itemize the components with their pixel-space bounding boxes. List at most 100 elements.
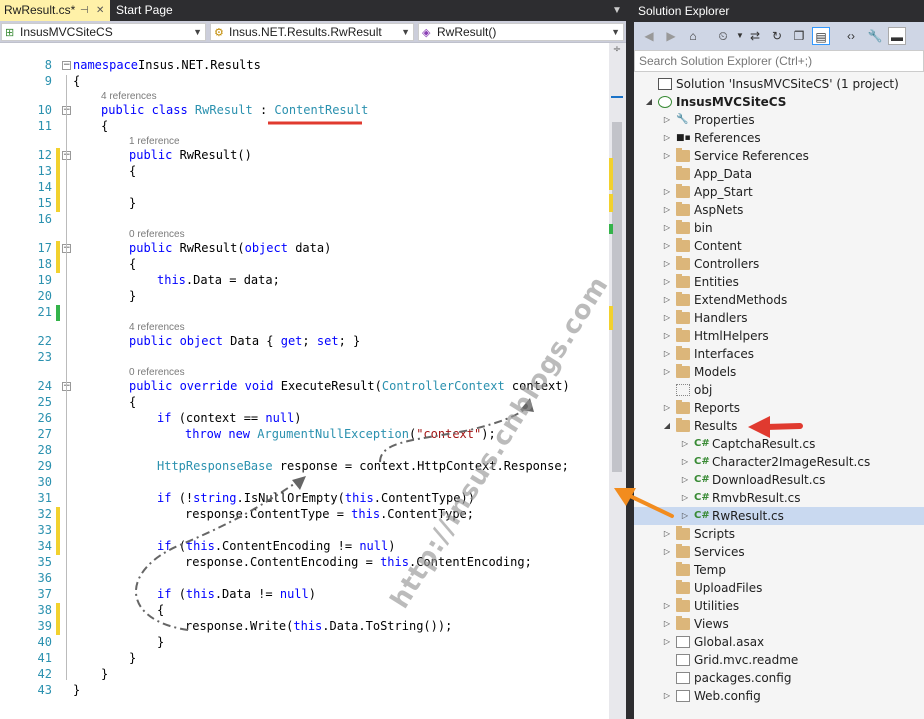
expand-arrow-icon[interactable]: ▷ — [662, 597, 672, 615]
codelens-references[interactable]: 0 references — [129, 367, 185, 378]
expand-arrow-icon[interactable]: ▷ — [662, 291, 672, 309]
code-token: response = context.HttpContext.Response; — [272, 459, 569, 473]
code-line[interactable]: HttpResponseBase response = context.Http… — [157, 459, 569, 473]
collapse-arrow-icon[interactable]: ◢ — [662, 417, 672, 435]
code-line[interactable]: { — [157, 603, 164, 617]
expand-arrow-icon[interactable]: ▷ — [662, 399, 672, 417]
code-line[interactable]: this.Data = data; — [157, 273, 280, 287]
expand-arrow-icon[interactable]: ▷ — [680, 435, 690, 453]
search-input[interactable]: Search Solution Explorer (Ctrl+;) — [634, 50, 924, 72]
tab-rwresult[interactable]: RwResult.cs* ⊣ ✕ — [0, 0, 110, 21]
code-token: throw new — [185, 427, 258, 441]
collapse-arrow-icon[interactable]: ◢ — [644, 93, 654, 111]
chevron-down-icon[interactable]: ▼ — [612, 5, 622, 16]
code-line[interactable]: { — [129, 257, 136, 271]
view-code-icon[interactable]: ‹› — [842, 27, 860, 45]
code-line[interactable]: } — [129, 196, 136, 210]
expand-arrow-icon[interactable]: ▷ — [662, 633, 672, 651]
code-token: public — [129, 241, 180, 255]
tree-item-label: Solution 'InsusMVCSiteCS' (1 project) — [676, 77, 899, 91]
code-line[interactable]: } — [129, 289, 136, 303]
expand-arrow-icon[interactable]: ▷ — [662, 111, 672, 129]
expand-arrow-icon[interactable]: ▷ — [662, 363, 672, 381]
code-line[interactable]: { — [129, 395, 136, 409]
code-line[interactable]: response.ContentType = this.ContentType; — [185, 507, 474, 521]
split-handle-icon[interactable]: ÷ — [611, 44, 623, 58]
class-dropdown-value: Insus.NET.Results.RwResult — [229, 25, 382, 39]
class-dropdown[interactable]: ⚙ Insus.NET.Results.RwResult ▼ — [210, 23, 414, 41]
code-line[interactable]: } — [157, 635, 164, 649]
expand-arrow-icon[interactable]: ▷ — [680, 507, 690, 525]
code-line[interactable]: throw new ArgumentNullException("context… — [185, 427, 496, 441]
code-line[interactable]: public class RwResult : ContentResult — [101, 103, 368, 117]
member-dropdown[interactable]: ◈ RwResult() ▼ — [418, 23, 624, 41]
expand-arrow-icon[interactable]: ▷ — [680, 489, 690, 507]
project-dropdown[interactable]: ⊞ InsusMVCSiteCS ▼ — [1, 23, 206, 41]
code-token: "context" — [416, 427, 482, 441]
code-token: { — [129, 257, 137, 271]
collapse-toggle-icon[interactable]: − — [62, 61, 71, 70]
code-line[interactable]: { — [73, 74, 80, 88]
expand-arrow-icon[interactable]: ▷ — [662, 129, 672, 147]
code-line[interactable]: response.Write(this.Data.ToString()); — [185, 619, 452, 633]
expand-arrow-icon[interactable]: ▷ — [680, 471, 690, 489]
expand-arrow-icon[interactable]: ▷ — [662, 273, 672, 291]
codelens-references[interactable]: 4 references — [101, 91, 157, 102]
expand-arrow-icon[interactable]: ▷ — [662, 309, 672, 327]
properties-wrench-icon[interactable]: 🔧 — [866, 27, 884, 45]
code-line[interactable]: if (!string.IsNullOrEmpty(this.ContentTy… — [157, 491, 475, 505]
code-line[interactable]: { — [129, 164, 136, 178]
panel-splitter[interactable] — [626, 0, 634, 719]
collapse-all-icon[interactable]: ❐ — [790, 27, 808, 45]
code-token: this — [185, 587, 215, 601]
code-line[interactable]: } — [129, 651, 136, 665]
pin-icon[interactable]: ⊣ — [80, 0, 89, 21]
expand-arrow-icon[interactable]: ▷ — [662, 183, 672, 201]
expand-arrow-icon[interactable]: ▷ — [662, 327, 672, 345]
code-line[interactable]: public override void ExecuteResult(Contr… — [129, 379, 570, 393]
code-line[interactable]: if (this.ContentEncoding != null) — [157, 539, 395, 553]
code-line[interactable]: } — [101, 667, 108, 681]
scrollbar-thumb[interactable] — [612, 122, 622, 472]
codelens-references[interactable]: 1 reference — [129, 136, 180, 147]
codelens-references[interactable]: 4 references — [129, 322, 185, 333]
code-line[interactable]: if (this.Data != null) — [157, 587, 316, 601]
code-line[interactable]: public RwResult(object data) — [129, 241, 331, 255]
expand-arrow-icon[interactable]: ▷ — [662, 345, 672, 363]
expand-arrow-icon[interactable]: ▷ — [662, 237, 672, 255]
expand-arrow-icon[interactable]: ▷ — [662, 147, 672, 165]
code-token: response.ContentType = — [185, 507, 352, 521]
code-token: } — [129, 196, 137, 210]
code-line[interactable]: { — [101, 119, 108, 133]
line-number: 24 — [37, 379, 52, 393]
preview-icon[interactable]: ▬ — [888, 27, 906, 45]
show-all-files-icon[interactable]: ▤ — [812, 27, 830, 45]
code-token: RwResult() — [179, 148, 252, 162]
codelens-references[interactable]: 0 references — [129, 229, 185, 240]
expand-arrow-icon[interactable]: ▷ — [680, 453, 690, 471]
pending-changes-icon[interactable]: ⏲ — [714, 27, 732, 45]
expand-arrow-icon[interactable]: ▷ — [662, 201, 672, 219]
code-line[interactable]: if (context == null) — [157, 411, 302, 425]
expand-arrow-icon[interactable]: ▷ — [662, 543, 672, 561]
expand-arrow-icon[interactable]: ▷ — [662, 255, 672, 273]
tree-item-label: CaptchaResult.cs — [712, 437, 816, 451]
back-icon[interactable]: ◀ — [640, 27, 658, 45]
code-line[interactable]: public object Data { get; set; } — [129, 334, 360, 348]
tab-start-page[interactable]: Start Page — [112, 0, 202, 21]
code-line[interactable]: namespaceInsus.NET.Results — [73, 58, 261, 72]
forward-icon[interactable]: ▶ — [662, 27, 680, 45]
expand-arrow-icon[interactable]: ▷ — [662, 687, 672, 705]
home-icon[interactable]: ⌂ — [684, 27, 702, 45]
tree-item-label: packages.config — [694, 671, 792, 685]
expand-arrow-icon[interactable]: ▷ — [662, 525, 672, 543]
close-icon[interactable]: ✕ — [96, 0, 104, 21]
code-line[interactable]: } — [73, 683, 80, 697]
code-line[interactable]: response.ContentEncoding = this.ContentE… — [185, 555, 532, 569]
refresh-icon[interactable]: ↻ — [768, 27, 786, 45]
code-token: namespace — [73, 58, 139, 72]
expand-arrow-icon[interactable]: ▷ — [662, 219, 672, 237]
code-line[interactable]: public RwResult() — [129, 148, 252, 162]
expand-arrow-icon[interactable]: ▷ — [662, 615, 672, 633]
sync-icon[interactable]: ⇄ — [746, 27, 764, 45]
